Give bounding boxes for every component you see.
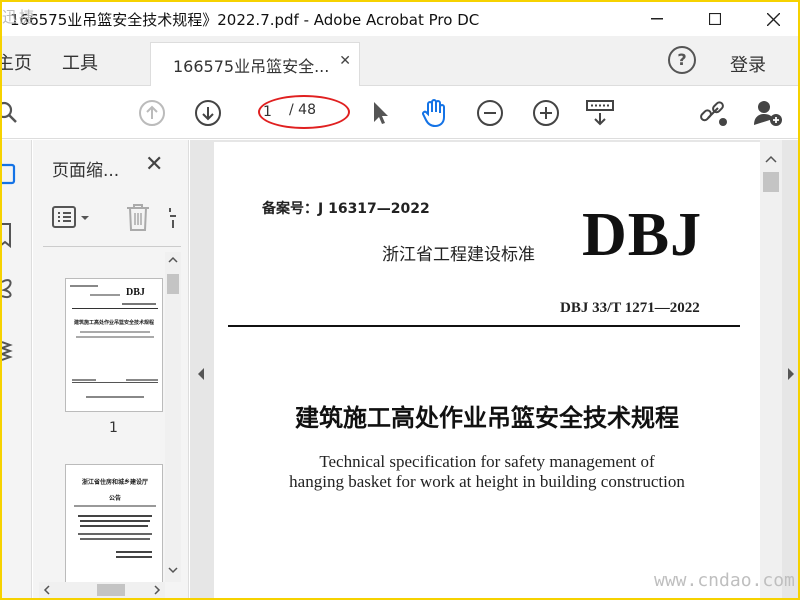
help-icon[interactable]: ? [668, 46, 696, 74]
acrobat-window: 166575业吊篮安全技术规程》2022.7.pdf - Adobe Acrob… [2, 2, 798, 598]
thumbnail-options-icon [52, 206, 89, 228]
title-bar: 166575业吊篮安全技术规程》2022.7.pdf - Adobe Acrob… [2, 2, 798, 36]
dbj-logo: DBJ [582, 201, 703, 269]
document-tab-label: 166575业吊篮安全... [173, 57, 330, 76]
thumb-title: 建筑施工高处作业吊篮安全技术规程 [74, 320, 155, 326]
collapse-left-panel-icon[interactable] [196, 366, 206, 380]
window-title: 166575业吊篮安全技术规程》2022.7.pdf - Adobe Acrob… [10, 11, 480, 29]
thumbnail-list: DBJ 建筑施工高处作业吊篮安全技术规程 1 浙江省住房和城乡建设厅 公告 [47, 248, 177, 594]
thumbnail-page-1[interactable]: DBJ 建筑施工高处作业吊篮安全技术规程 [65, 278, 163, 412]
thumbnail-horizontal-scrollbar[interactable] [39, 582, 165, 598]
tools-link[interactable]: 工具 [62, 49, 98, 75]
add-user-icon[interactable] [752, 97, 784, 129]
thumb-notice-title: 公告 [108, 495, 121, 502]
bookmarks-icon[interactable] [2, 222, 20, 249]
thumbnail-vertical-scrollbar[interactable] [165, 252, 181, 582]
thumbnails-panel: 页面缩... ✕ DBJ 建筑施工高处作业吊篮安全技术规程 1 浙江省住房和城乡… [33, 140, 189, 598]
document-tab[interactable]: 166575业吊篮安全... ✕ [150, 42, 360, 86]
expand-right-panel-icon[interactable] [786, 366, 796, 380]
next-page-icon[interactable] [192, 97, 224, 129]
document-title-cn: 建筑施工高处作业吊篮安全技术规程 [295, 404, 679, 432]
home-link[interactable]: 主页 [2, 49, 32, 75]
panel-close-icon[interactable]: ✕ [145, 152, 163, 177]
close-window-button[interactable] [750, 2, 796, 36]
document-title-en-line1: Technical specification for safety manag… [319, 452, 655, 471]
close-tab-icon[interactable]: ✕ [339, 53, 351, 69]
close-icon [766, 12, 780, 26]
maximize-button[interactable] [692, 2, 738, 36]
zoom-in-icon[interactable] [530, 97, 562, 129]
standard-code: DBJ 33/T 1271—2022 [560, 300, 700, 316]
toolbar: / 48 [2, 87, 798, 139]
attachments-icon[interactable] [2, 274, 20, 300]
standard-org: 浙江省工程建设标准 [382, 245, 535, 265]
thumb-logo: DBJ [126, 287, 145, 298]
trash-icon [127, 204, 149, 231]
overlay-logo: 迅捷 [2, 8, 37, 26]
page-thumbnails-icon[interactable] [2, 162, 20, 188]
zoom-out-icon[interactable] [474, 97, 506, 129]
document-vertical-scrollbar[interactable] [760, 140, 782, 598]
login-button[interactable]: 登录 [730, 51, 766, 77]
thumbnail-page-2[interactable]: 浙江省住房和城乡建设厅 公告 [65, 464, 163, 594]
search-icon[interactable] [2, 97, 24, 129]
document-title-en-line2: hanging basket for work at height in bui… [289, 472, 685, 491]
thumbnail-page-label: 1 [109, 420, 118, 436]
page-number-highlight [258, 95, 350, 129]
header-rule [228, 325, 740, 327]
share-link-icon[interactable] [698, 97, 730, 129]
minimize-button[interactable] [634, 2, 680, 36]
thumb-header: 浙江省住房和城乡建设厅 [81, 479, 148, 486]
pdf-page: 备案号：J 16317—2022 浙江省工程建设标准 DBJ DBJ 33/T … [214, 142, 760, 598]
scroll-mode-icon[interactable] [584, 97, 616, 129]
previous-page-icon[interactable] [136, 97, 168, 129]
panel-title: 页面缩... [52, 161, 120, 181]
more-options-icon[interactable] [167, 206, 179, 232]
minimize-icon [651, 18, 663, 20]
menu-bar: 主页 工具 166575业吊篮安全... ✕ ? 登录 [2, 36, 798, 86]
maximize-icon [709, 13, 721, 25]
delete-page-button[interactable] [125, 202, 151, 232]
navigation-rail [2, 140, 32, 598]
select-tool-icon[interactable] [364, 97, 396, 129]
record-number: 备案号：J 16317—2022 [262, 201, 430, 217]
hand-tool-icon[interactable] [418, 97, 450, 129]
layers-icon[interactable] [2, 336, 20, 362]
thumbnail-options-button[interactable] [51, 204, 95, 232]
panel-divider [43, 246, 181, 247]
document-viewer: 备案号：J 16317—2022 浙江省工程建设标准 DBJ DBJ 33/T … [190, 140, 798, 598]
site-watermark: www.cndao.com [654, 570, 795, 591]
